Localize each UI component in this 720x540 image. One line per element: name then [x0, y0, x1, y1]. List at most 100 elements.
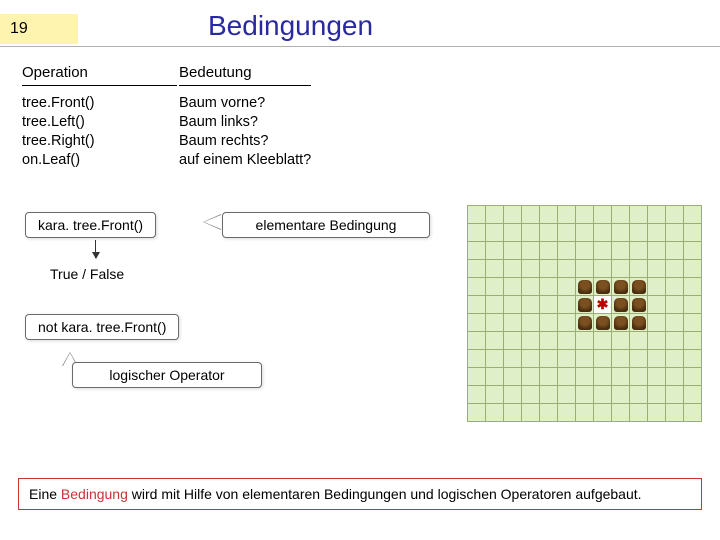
grid-cell — [612, 350, 630, 368]
grid-cell — [486, 206, 504, 224]
grid-cell — [522, 242, 540, 260]
op-row: tree.Front() — [22, 94, 177, 113]
operations-table: Operation Bedeutung tree.Front() tree.Le… — [20, 60, 313, 171]
grid-cell — [684, 332, 702, 350]
grid-cell — [522, 386, 540, 404]
grid-cell — [666, 278, 684, 296]
grid-cell — [504, 350, 522, 368]
grid-cell — [504, 404, 522, 422]
grid-cell — [612, 206, 630, 224]
grid-cell — [540, 314, 558, 332]
grid-cell — [684, 278, 702, 296]
grid-cell — [666, 404, 684, 422]
chip-elementary: elementare Bedingung — [222, 212, 430, 238]
grid-cell — [648, 368, 666, 386]
meaning-row: auf einem Kleeblatt? — [179, 151, 311, 170]
footer-text: wird mit Hilfe von elementaren Bedingung… — [128, 486, 642, 502]
grid-cell — [576, 332, 594, 350]
grid-cell — [648, 260, 666, 278]
grid-cell — [612, 224, 630, 242]
grid-cell — [540, 242, 558, 260]
true-false-label: True / False — [50, 266, 124, 282]
grid-cell — [486, 314, 504, 332]
grid-cell — [558, 260, 576, 278]
grid-cell — [666, 224, 684, 242]
grid-cell — [594, 314, 612, 332]
grid-cell — [486, 278, 504, 296]
op-row: tree.Right() — [22, 132, 177, 151]
grid-cell — [468, 404, 486, 422]
grid-cell — [594, 206, 612, 224]
grid-cell — [576, 404, 594, 422]
grid-cell — [504, 224, 522, 242]
grid-cell — [522, 278, 540, 296]
grid-cell — [540, 404, 558, 422]
grid-cell — [666, 332, 684, 350]
grid-cell — [612, 278, 630, 296]
grid-cell — [684, 260, 702, 278]
grid-cell — [576, 314, 594, 332]
grid-cell — [684, 350, 702, 368]
grid-cell — [648, 278, 666, 296]
grid-cell — [522, 296, 540, 314]
grid-cell — [648, 206, 666, 224]
grid-cell — [486, 332, 504, 350]
op-row: tree.Left() — [22, 113, 177, 132]
grid-cell — [540, 350, 558, 368]
grid-cell — [576, 242, 594, 260]
grid-cell — [558, 368, 576, 386]
grid-cell — [522, 332, 540, 350]
grid-cell — [630, 332, 648, 350]
grid-cell — [468, 224, 486, 242]
grid-cell — [486, 368, 504, 386]
footer-text: Eine — [29, 486, 61, 502]
header-rule — [0, 46, 720, 47]
meaning-row: Baum links? — [179, 113, 311, 132]
grid-cell — [504, 296, 522, 314]
grid-cell — [576, 278, 594, 296]
page-title: Bedingungen — [208, 10, 373, 42]
grid-cell — [576, 296, 594, 314]
grid-cell — [558, 206, 576, 224]
grid-cell — [522, 404, 540, 422]
grid-cell — [558, 404, 576, 422]
grid-cell — [630, 368, 648, 386]
grid-cell — [504, 368, 522, 386]
grid-cell — [540, 278, 558, 296]
grid-cell — [558, 242, 576, 260]
grid-cell — [666, 260, 684, 278]
grid-cell — [468, 296, 486, 314]
slide-number: 19 — [0, 14, 78, 44]
grid-cell — [630, 314, 648, 332]
grid-cell — [684, 242, 702, 260]
grid-cell — [684, 296, 702, 314]
grid-cell — [630, 386, 648, 404]
grid-cell — [522, 350, 540, 368]
col-meaning: Bedeutung — [179, 62, 311, 86]
grid-cell — [558, 278, 576, 296]
grid-cell — [522, 206, 540, 224]
grid-cell — [648, 404, 666, 422]
grid-cell — [594, 386, 612, 404]
grid-cell — [540, 386, 558, 404]
grid-cell — [504, 242, 522, 260]
grid-cell — [630, 404, 648, 422]
grid-cell — [612, 332, 630, 350]
grid-cell — [594, 332, 612, 350]
grid-cell — [486, 242, 504, 260]
grid-cell — [540, 332, 558, 350]
grid-cell — [612, 314, 630, 332]
grid-cell — [486, 386, 504, 404]
grid-cell — [468, 206, 486, 224]
grid-cell — [504, 386, 522, 404]
grid-cell — [648, 224, 666, 242]
grid-cell — [468, 332, 486, 350]
grid-cell — [594, 368, 612, 386]
grid-cell — [468, 278, 486, 296]
grid-cell — [576, 224, 594, 242]
grid-cell — [504, 314, 522, 332]
chip-example-call: kara. tree.Front() — [25, 212, 156, 238]
grid-cell — [594, 242, 612, 260]
grid-cell — [594, 260, 612, 278]
grid-cell — [522, 314, 540, 332]
